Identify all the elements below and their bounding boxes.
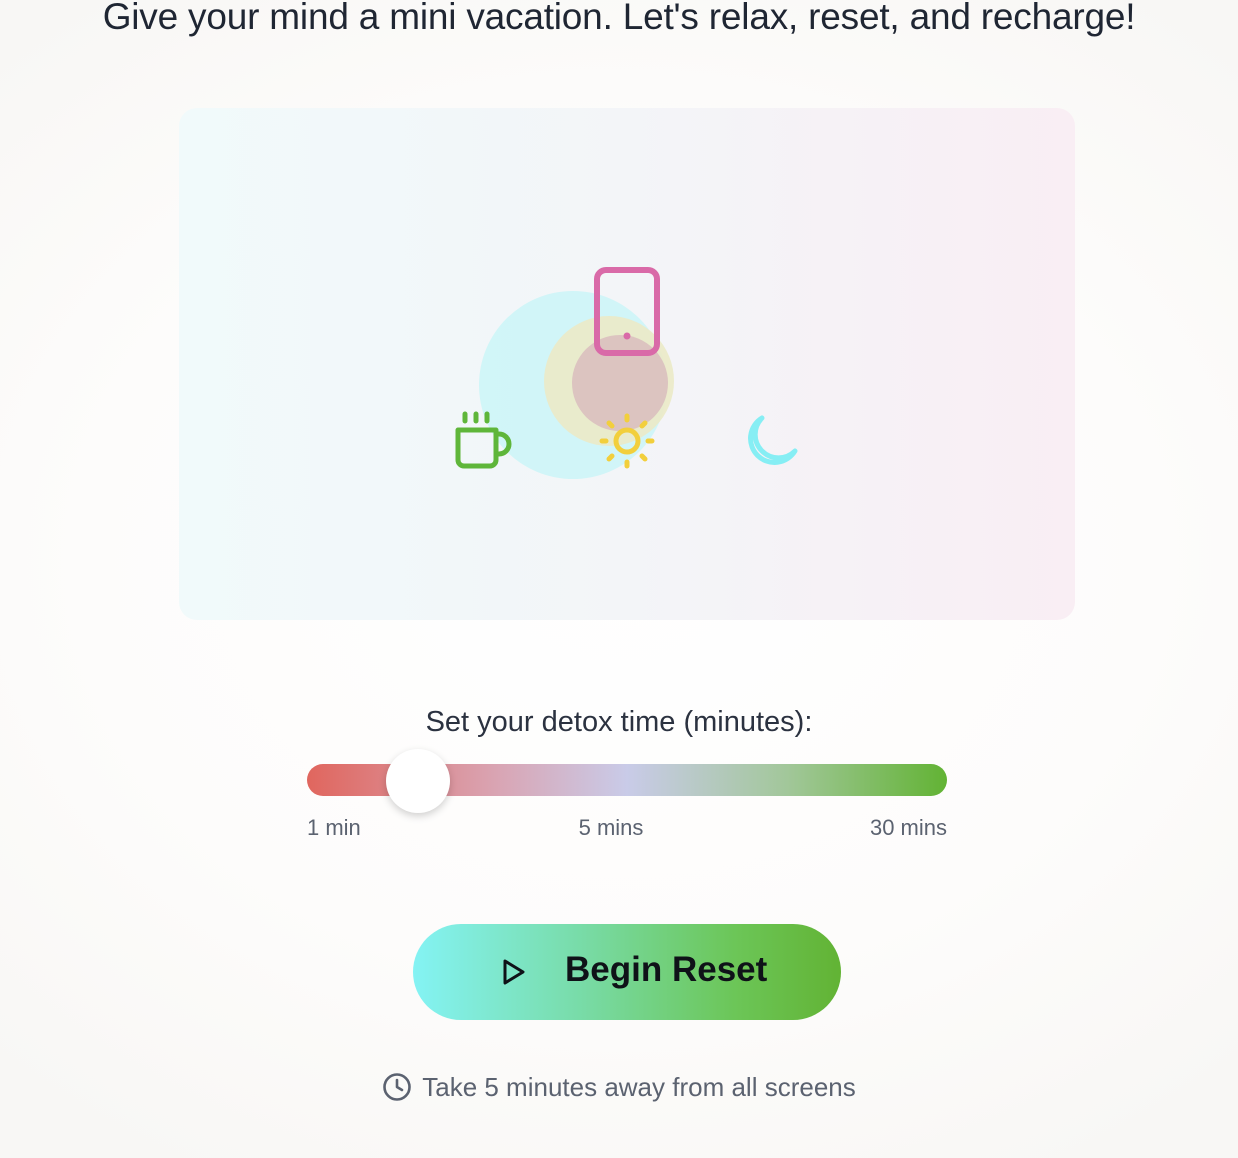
clock-icon bbox=[383, 1073, 412, 1101]
begin-reset-label: Begin Reset bbox=[565, 950, 768, 989]
scene-illustration bbox=[455, 267, 798, 479]
footer-note-text: Take 5 minutes away from all screens bbox=[422, 1072, 856, 1102]
detox-time-slider-thumb[interactable] bbox=[386, 749, 450, 813]
moon-icon bbox=[748, 415, 798, 465]
footer-note: Take 5 minutes away from all screens bbox=[0, 1072, 1238, 1103]
begin-reset-button[interactable]: Begin Reset bbox=[413, 924, 841, 1020]
page-headline: Give your mind a mini vacation. Let's re… bbox=[102, 0, 1136, 37]
play-icon bbox=[503, 959, 525, 985]
slider-tick-max: 30 mins bbox=[869, 815, 947, 840]
relaxation-scene bbox=[179, 108, 1075, 620]
slider-tick-mid: 5 mins bbox=[578, 815, 644, 840]
detox-time-label: Set your detox time (minutes): bbox=[425, 706, 813, 738]
